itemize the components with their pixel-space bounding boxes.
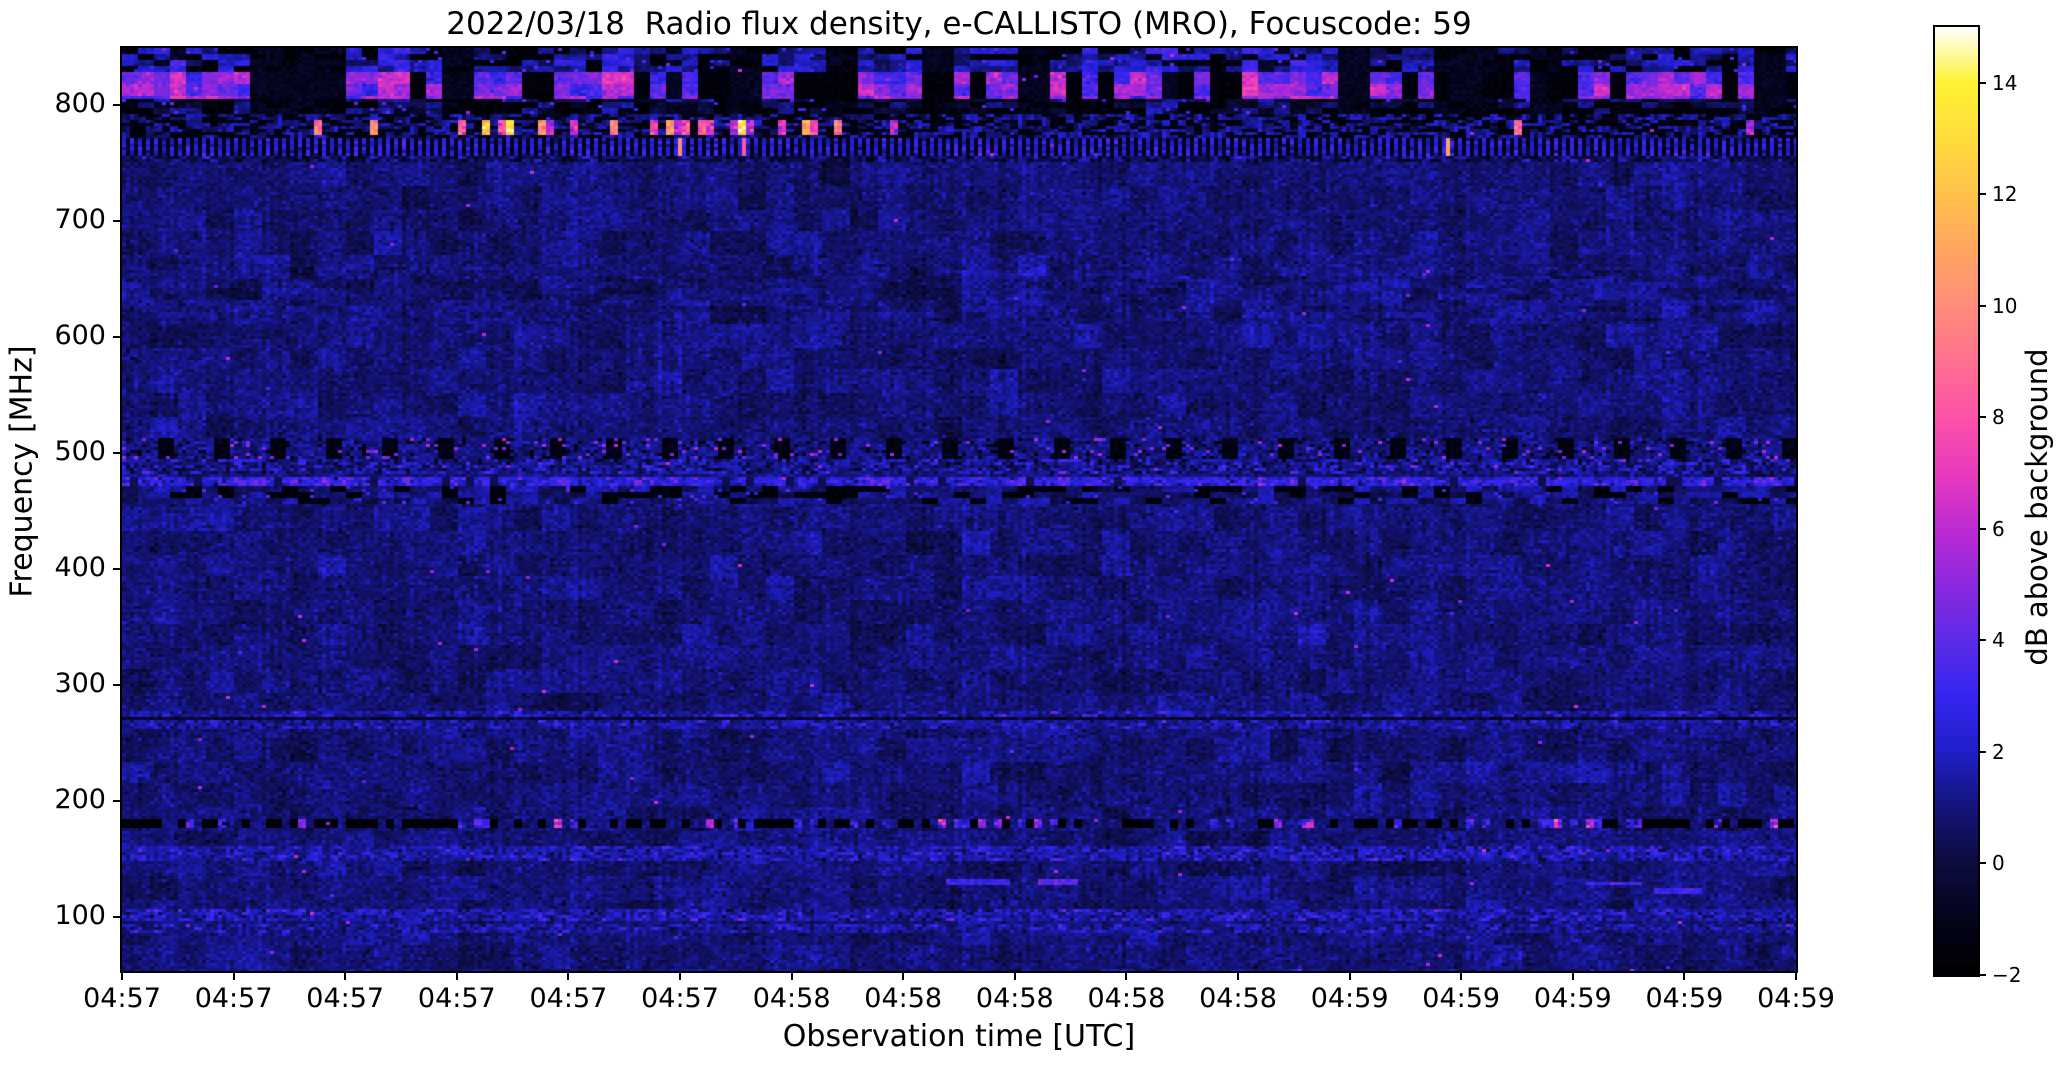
colorbar-tick-label: 12 — [1992, 182, 2018, 207]
colorbar-tick-label: 4 — [1992, 628, 2005, 653]
x-tick-mark — [1348, 971, 1351, 980]
x-tick-label: 04:57 — [306, 983, 385, 1014]
x-tick-mark — [1013, 971, 1016, 980]
colorbar-tick-label: 14 — [1992, 70, 2018, 95]
x-tick-mark — [344, 971, 347, 980]
y-tick-mark — [113, 915, 122, 918]
y-tick-label: 100 — [54, 899, 106, 931]
colorbar-tick-mark — [1978, 81, 1986, 84]
x-tick-label: 04:57 — [83, 983, 161, 1014]
x-tick-mark — [790, 971, 793, 980]
x-tick-label: 04:59 — [1533, 983, 1612, 1014]
y-tick-mark — [113, 567, 122, 570]
colorbar-tick-mark — [1978, 416, 1986, 419]
x-tick-label: 04:57 — [529, 983, 608, 1014]
colorbar-tick-mark — [1978, 862, 1986, 865]
colorbar-tick-label: 2 — [1992, 739, 2005, 764]
colorbar-label: dB above background — [2020, 348, 2054, 666]
colorbar-tick-label: 10 — [1992, 293, 2018, 318]
x-tick-label: 04:58 — [1199, 983, 1277, 1014]
y-tick-label: 200 — [54, 783, 106, 815]
colorbar — [1933, 25, 1980, 977]
x-tick-mark — [455, 971, 458, 980]
x-tick-label: 04:57 — [194, 983, 273, 1014]
colorbar-tick-mark — [1978, 974, 1986, 976]
spectrogram-plot-area — [120, 46, 1798, 973]
chart-title: 2022/03/18 Radio flux density, e-CALLIST… — [446, 6, 1472, 42]
colorbar-tick-label: 0 — [1992, 851, 2005, 876]
y-tick-mark — [113, 799, 122, 802]
y-tick-mark — [113, 103, 122, 106]
colorbar-tick-mark — [1978, 193, 1986, 196]
x-tick-mark — [902, 971, 905, 980]
x-tick-label: 04:59 — [1422, 983, 1501, 1014]
colorbar-tick-label: −2 — [1992, 963, 2022, 987]
x-tick-label: 04:59 — [1757, 983, 1835, 1014]
colorbar-tick-label: 8 — [1992, 405, 2005, 430]
y-tick-label: 800 — [54, 87, 106, 119]
colorbar-tick-mark — [1978, 527, 1986, 530]
x-tick-mark — [121, 971, 123, 980]
x-axis-label: Observation time [UTC] — [782, 1019, 1136, 1054]
x-tick-label: 04:59 — [1310, 983, 1389, 1014]
y-tick-mark — [113, 451, 122, 454]
x-tick-mark — [232, 971, 235, 980]
x-tick-label: 04:57 — [641, 983, 719, 1014]
colorbar-tick-mark — [1978, 639, 1986, 642]
x-tick-label: 04:58 — [1087, 983, 1166, 1014]
y-axis-label: Frequency [MHz] — [4, 345, 40, 598]
x-tick-mark — [1571, 971, 1574, 980]
x-tick-label: 04:59 — [1645, 983, 1724, 1014]
x-tick-mark — [679, 971, 681, 980]
x-tick-label: 04:58 — [975, 983, 1054, 1014]
y-tick-mark — [113, 219, 122, 222]
x-tick-mark — [1460, 971, 1463, 980]
x-tick-label: 04:57 — [417, 983, 496, 1014]
colorbar-tick-label: 6 — [1992, 516, 2005, 541]
colorbar-tick-mark — [1978, 304, 1986, 307]
y-tick-mark — [113, 683, 122, 686]
x-tick-label: 04:58 — [752, 983, 831, 1014]
colorbar-tick-mark — [1978, 750, 1986, 753]
x-tick-mark — [1683, 971, 1686, 980]
x-tick-mark — [1795, 971, 1797, 980]
x-tick-mark — [1125, 971, 1128, 980]
y-tick-mark — [113, 335, 122, 338]
x-tick-label: 04:58 — [864, 983, 943, 1014]
x-tick-mark — [567, 971, 570, 980]
x-tick-mark — [1237, 971, 1239, 980]
spectrogram-canvas — [122, 48, 1796, 971]
